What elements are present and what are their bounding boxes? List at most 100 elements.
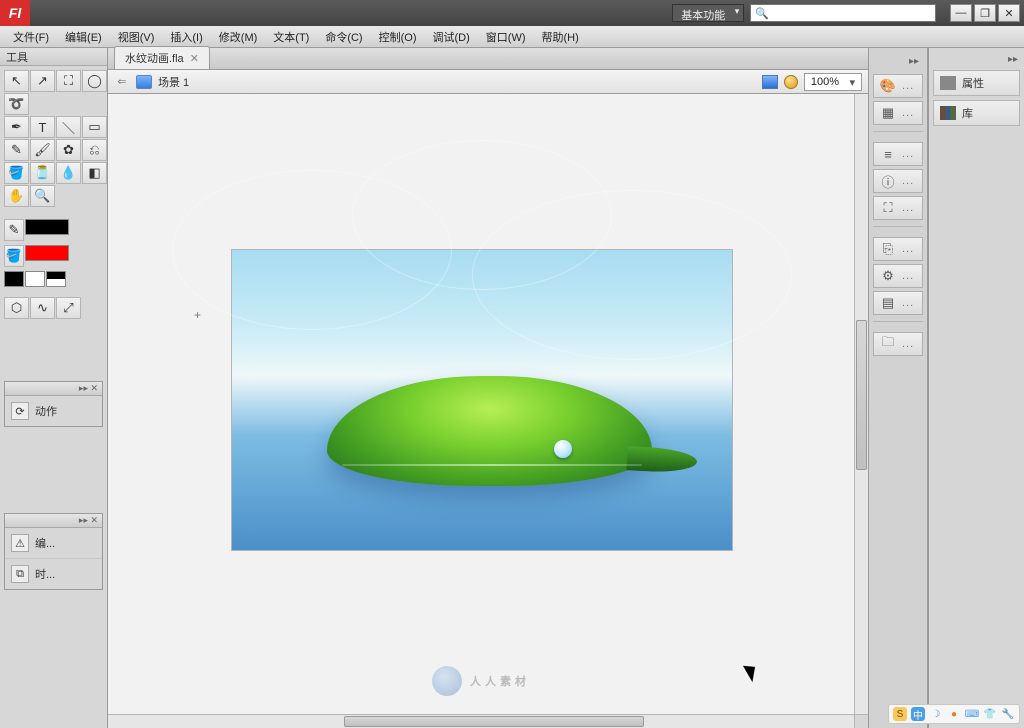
edit-symbols-icon[interactable] bbox=[784, 75, 798, 89]
keyboard-icon[interactable]: ⌨ bbox=[965, 707, 979, 721]
menu-modify[interactable]: 修改(M) bbox=[212, 26, 265, 48]
info-icon: ⓘ bbox=[880, 173, 896, 189]
bone-tool-icon[interactable]: ⎌ bbox=[82, 139, 107, 161]
pen-tool-icon[interactable]: ✒ bbox=[4, 116, 29, 138]
window-close-button[interactable]: ✕ bbox=[998, 4, 1020, 22]
hand-tool-icon[interactable]: ✋ bbox=[4, 185, 29, 207]
pencil-tool-icon[interactable]: ✎ bbox=[4, 139, 29, 161]
stage[interactable]: 人人素材 bbox=[108, 94, 854, 714]
eyedropper-tool-icon[interactable]: 💧 bbox=[56, 162, 81, 184]
menu-control[interactable]: 控制(O) bbox=[372, 26, 424, 48]
swap-colors-icon[interactable] bbox=[46, 271, 66, 287]
eraser-tool-icon[interactable]: ◧ bbox=[82, 162, 107, 184]
info-panel-button[interactable]: ⓘ... bbox=[873, 169, 923, 193]
menu-edit[interactable]: 编辑(E) bbox=[58, 26, 109, 48]
vertical-scrollbar[interactable] bbox=[854, 94, 868, 714]
menu-commands[interactable]: 命令(C) bbox=[318, 26, 369, 48]
stroke-color-icon[interactable]: ✎ bbox=[4, 219, 24, 241]
deco-tool-icon[interactable]: ✿ bbox=[56, 139, 81, 161]
transform-panel-button[interactable]: ⛶... bbox=[873, 196, 923, 220]
zoom-tool-icon[interactable]: 🔍 bbox=[30, 185, 55, 207]
smooth-icon[interactable]: ∿ bbox=[30, 297, 55, 319]
compiler-errors-icon[interactable]: ⚠ bbox=[11, 534, 29, 552]
search-input[interactable] bbox=[771, 6, 931, 20]
mouse-cursor-icon bbox=[747, 662, 761, 682]
document-tab-label: 水纹动画.fla bbox=[125, 50, 184, 66]
timeline-icon[interactable]: ⧉ bbox=[11, 565, 29, 583]
align-panel-button[interactable]: ≡... bbox=[873, 142, 923, 166]
ink-bottle-tool-icon[interactable]: 🫙 bbox=[30, 162, 55, 184]
menu-file[interactable]: 文件(F) bbox=[6, 26, 56, 48]
actions-label: 动作 bbox=[35, 403, 57, 419]
motion-presets-button[interactable]: ▤... bbox=[873, 291, 923, 315]
fill-color-icon[interactable]: 🪣 bbox=[4, 245, 24, 267]
horizontal-scrollbar[interactable] bbox=[108, 714, 854, 728]
workspace-switcher[interactable]: 基本功能 bbox=[672, 4, 744, 22]
document-tab[interactable]: 水纹动画.fla ✕ bbox=[114, 46, 210, 69]
straighten-icon[interactable]: ⤢ bbox=[56, 297, 81, 319]
wrench-icon[interactable]: 🔧 bbox=[1001, 707, 1015, 721]
swatches-icon: ▦ bbox=[880, 105, 896, 121]
no-color-icon[interactable] bbox=[25, 271, 45, 287]
black-white-swap-icon[interactable] bbox=[4, 271, 24, 287]
palette-icon: 🎨 bbox=[880, 78, 896, 94]
menu-help[interactable]: 帮助(H) bbox=[535, 26, 586, 48]
panel-collapse-icon[interactable]: ▸▸ bbox=[929, 52, 1024, 66]
lasso-tool-icon[interactable]: ➰ bbox=[4, 93, 29, 115]
brush-tool-icon[interactable]: 🖌 bbox=[30, 139, 55, 161]
dock-collapse-icon[interactable]: ▸▸ bbox=[873, 54, 923, 68]
selection-tool-icon[interactable]: ↖ bbox=[4, 70, 29, 92]
ime-icon[interactable]: S bbox=[893, 707, 907, 721]
subselection-tool-icon[interactable]: ↗ bbox=[30, 70, 55, 92]
3d-rotation-tool-icon[interactable]: ◯ bbox=[82, 70, 107, 92]
components-panel-button[interactable]: ⚙... bbox=[873, 264, 923, 288]
window-minimize-button[interactable]: — bbox=[950, 4, 972, 22]
fill-color-swatch[interactable] bbox=[25, 245, 69, 261]
mini-panel-menu-icon[interactable]: ▸▸ ✕ bbox=[5, 514, 102, 528]
menu-text[interactable]: 文本(T) bbox=[266, 26, 316, 48]
stage-canvas[interactable] bbox=[232, 250, 732, 550]
properties-icon bbox=[940, 76, 956, 90]
errors-mini-panel: ▸▸ ✕ ⚠ 编... ⧉ 时... bbox=[4, 513, 103, 590]
scene-name[interactable]: 场景 1 bbox=[158, 74, 189, 90]
leaf-graphic bbox=[327, 376, 652, 486]
swatches-panel-button[interactable]: ▦... bbox=[873, 101, 923, 125]
paint-bucket-tool-icon[interactable]: 🪣 bbox=[4, 162, 29, 184]
properties-panel-button[interactable]: 属性 bbox=[933, 70, 1020, 96]
close-tab-icon[interactable]: ✕ bbox=[190, 52, 199, 65]
ime-lang-icon[interactable]: 中 bbox=[911, 707, 925, 721]
tools-panel-title: 工具 bbox=[0, 48, 107, 66]
shirt-icon[interactable]: 👕 bbox=[983, 707, 997, 721]
menu-window[interactable]: 窗口(W) bbox=[479, 26, 533, 48]
edit-scene-icon[interactable] bbox=[762, 75, 778, 89]
line-tool-icon[interactable]: ＼ bbox=[56, 116, 81, 138]
code-snippets-button[interactable]: ⎘... bbox=[873, 237, 923, 261]
menu-debug[interactable]: 调试(D) bbox=[426, 26, 477, 48]
dot-icon[interactable]: ● bbox=[947, 707, 961, 721]
align-icon: ≡ bbox=[880, 146, 896, 162]
project-panel-button[interactable]: 🗀... bbox=[873, 332, 923, 356]
app-logo: Fl bbox=[0, 0, 30, 26]
scroll-corner bbox=[854, 714, 868, 728]
search-box[interactable]: 🔍 bbox=[750, 4, 936, 22]
stroke-color-swatch[interactable] bbox=[25, 219, 69, 235]
color-panel-button[interactable]: 🎨... bbox=[873, 74, 923, 98]
free-transform-tool-icon[interactable]: ⛶ bbox=[56, 70, 81, 92]
scrollbar-thumb[interactable] bbox=[344, 716, 644, 727]
mini-panel-menu-icon[interactable]: ▸▸ ✕ bbox=[5, 382, 102, 396]
menu-insert[interactable]: 插入(I) bbox=[163, 26, 209, 48]
menu-view[interactable]: 视图(V) bbox=[111, 26, 162, 48]
snap-to-objects-icon[interactable]: ⬡ bbox=[4, 297, 29, 319]
registration-mark-icon bbox=[194, 308, 204, 318]
rectangle-tool-icon[interactable]: ▭ bbox=[82, 116, 107, 138]
app-header: Fl 基本功能 🔍 — ❐ ✕ bbox=[0, 0, 1024, 26]
moon-icon[interactable]: ☽ bbox=[929, 707, 943, 721]
zoom-select[interactable]: 100% bbox=[804, 73, 862, 91]
actions-icon[interactable]: ⟳ bbox=[11, 402, 29, 420]
stage-wrapper: 人人素材 bbox=[108, 94, 868, 728]
window-restore-button[interactable]: ❐ bbox=[974, 4, 996, 22]
scrollbar-thumb[interactable] bbox=[856, 320, 867, 470]
text-tool-icon[interactable]: T bbox=[30, 116, 55, 138]
back-arrow-icon[interactable]: ⇐ bbox=[114, 74, 130, 90]
library-panel-button[interactable]: 库 bbox=[933, 100, 1020, 126]
